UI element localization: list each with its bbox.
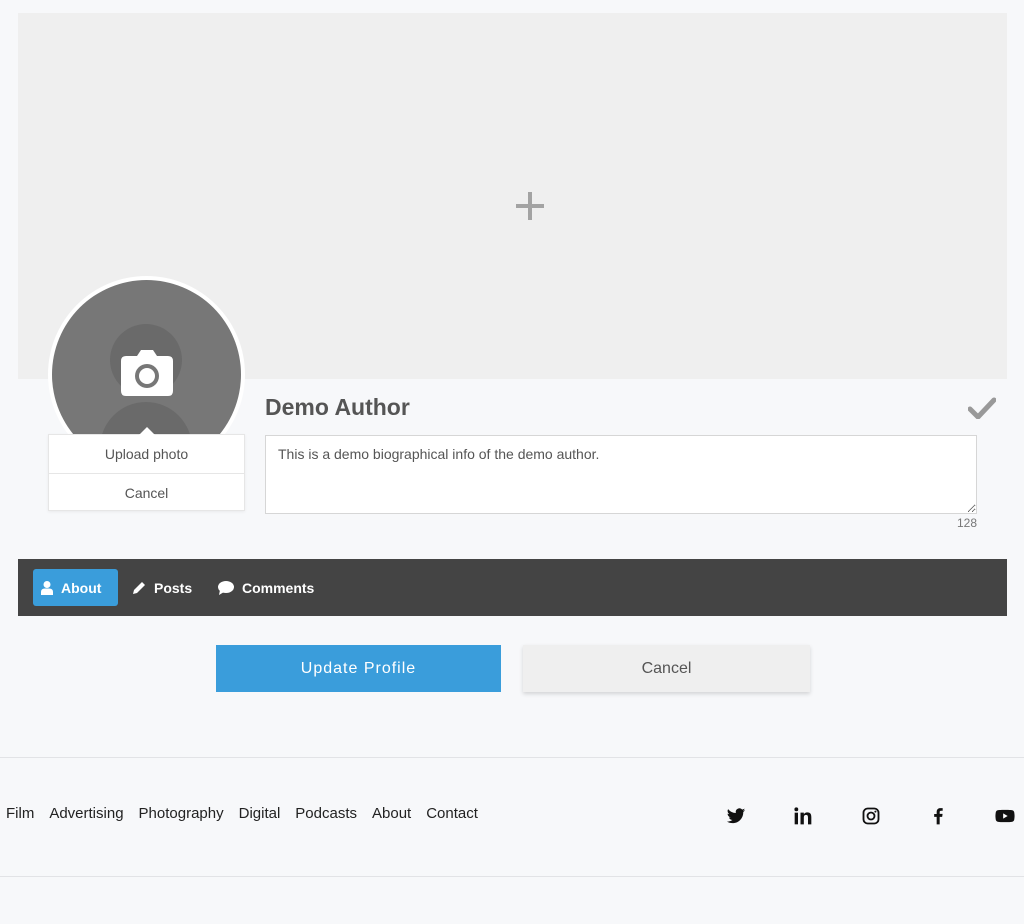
footer-link-podcasts[interactable]: Podcasts bbox=[295, 805, 357, 822]
profile-tabbar: About Posts Comments bbox=[18, 559, 1007, 616]
footer-link-film[interactable]: Film bbox=[6, 805, 34, 822]
add-cover-plus-icon[interactable] bbox=[516, 192, 544, 220]
tab-comments-label: Comments bbox=[242, 579, 315, 596]
pencil-icon bbox=[133, 581, 145, 594]
twitter-icon[interactable] bbox=[726, 806, 746, 826]
author-name[interactable]: Demo Author bbox=[265, 394, 410, 421]
footer-link-digital[interactable]: Digital bbox=[239, 805, 281, 822]
footer-bottom-divider bbox=[0, 876, 1024, 877]
youtube-icon[interactable] bbox=[995, 806, 1015, 826]
footer-link-photography[interactable]: Photography bbox=[139, 805, 224, 822]
footer-link-contact[interactable]: Contact bbox=[426, 805, 478, 822]
footer-link-about[interactable]: About bbox=[372, 805, 411, 822]
tab-about[interactable]: About bbox=[33, 569, 118, 606]
linkedin-icon[interactable] bbox=[793, 806, 813, 826]
upload-cancel-button[interactable]: Cancel bbox=[49, 473, 244, 511]
camera-icon[interactable] bbox=[121, 350, 173, 396]
cancel-button[interactable]: Cancel bbox=[523, 645, 810, 692]
bio-textarea[interactable]: This is a demo biographical info of the … bbox=[265, 435, 977, 514]
avatar-upload-menu: Upload photo Cancel bbox=[48, 427, 245, 511]
footer-top-divider bbox=[0, 757, 1024, 758]
footer-nav: Film Advertising Photography Digital Pod… bbox=[6, 805, 478, 822]
tab-posts[interactable]: Posts bbox=[124, 569, 200, 606]
facebook-icon[interactable] bbox=[928, 806, 948, 826]
tab-comments[interactable]: Comments bbox=[210, 569, 322, 606]
update-profile-button[interactable]: Update Profile bbox=[216, 645, 501, 692]
bio-char-count: 128 bbox=[956, 516, 977, 530]
tab-posts-label: Posts bbox=[154, 579, 193, 596]
comment-icon bbox=[218, 580, 234, 595]
check-icon[interactable] bbox=[968, 397, 996, 419]
tab-about-label: About bbox=[61, 579, 102, 596]
upload-photo-button[interactable]: Upload photo bbox=[49, 435, 244, 473]
footer-link-advertising[interactable]: Advertising bbox=[49, 805, 123, 822]
user-icon bbox=[41, 580, 53, 595]
instagram-icon[interactable] bbox=[861, 806, 881, 826]
